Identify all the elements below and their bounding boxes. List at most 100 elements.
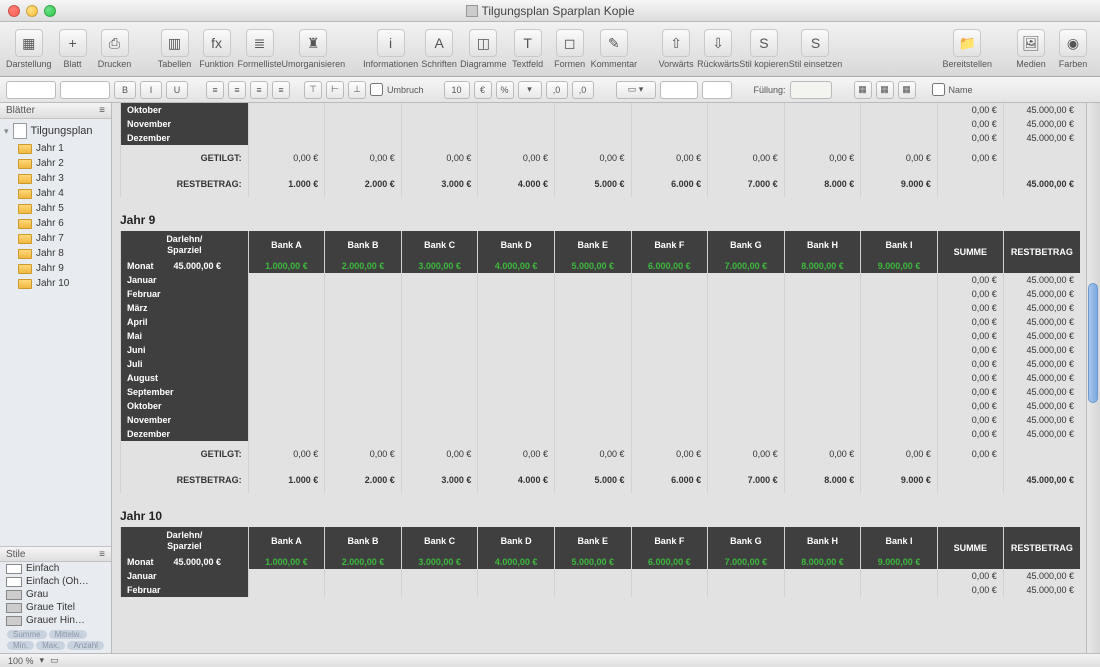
style-item[interactable]: Grau xyxy=(0,588,111,601)
toolbar-schriften-button[interactable]: ASchriften xyxy=(418,29,460,69)
number-format-select[interactable]: ▾ xyxy=(518,81,542,99)
formelliste-icon: ≣ xyxy=(246,29,274,57)
toolbar-umorganisieren-button[interactable]: ♜Umorganisieren xyxy=(282,29,346,69)
increase-decimals-button[interactable]: ,0 xyxy=(572,81,594,99)
valign-middle-button[interactable]: ⊢ xyxy=(326,81,344,99)
vertical-scrollbar[interactable] xyxy=(1086,103,1100,653)
toolbar-formen-button[interactable]: ◻Formen xyxy=(549,29,591,69)
toolbar-medien-button[interactable]: 🖼Medien xyxy=(1010,29,1052,69)
style-item[interactable]: Grauer Hin… xyxy=(0,614,111,627)
farben-icon: ◉ xyxy=(1059,29,1087,57)
align-right-button[interactable]: ≡ xyxy=(250,81,268,99)
navigator-icon[interactable]: ▭ xyxy=(50,655,59,666)
sheet-icon xyxy=(13,123,27,139)
align-justify-button[interactable]: ≡ xyxy=(272,81,290,99)
border-style-select[interactable] xyxy=(660,81,698,99)
valign-top-button[interactable]: ⊤ xyxy=(304,81,322,99)
toolbar-stileinsetzen-button[interactable]: SStil einsetzen xyxy=(789,29,843,69)
spreadsheet-canvas[interactable]: Oktober0,00 €45.000,00 €November0,00 €45… xyxy=(112,103,1100,653)
toolbar-stilkopieren-button[interactable]: SStil kopieren xyxy=(739,29,789,69)
decrease-decimals-button[interactable]: ,0 xyxy=(546,81,568,99)
zoom-dropdown-icon[interactable]: ▾ xyxy=(40,655,45,666)
toolbar-drucken-button[interactable]: ⎙Drucken xyxy=(94,29,136,69)
sidebar-table-jahr-8[interactable]: Jahr 8 xyxy=(18,246,111,261)
style-label: Grauer Hin… xyxy=(26,615,85,626)
umorganisieren-icon: ♜ xyxy=(299,29,327,57)
footer-rows-button[interactable]: ▦ xyxy=(898,81,916,99)
italic-button[interactable]: I xyxy=(140,81,162,99)
style-label: Einfach xyxy=(26,563,59,574)
toolbar-diagramme-button[interactable]: ◫Diagramme xyxy=(460,29,507,69)
header-cols-button[interactable]: ▦ xyxy=(876,81,894,99)
name-checkbox[interactable] xyxy=(932,83,945,96)
fill-color-well[interactable] xyxy=(790,81,832,99)
sidebar-table-jahr-6[interactable]: Jahr 6 xyxy=(18,216,111,231)
wrap-checkbox[interactable] xyxy=(370,83,383,96)
toolbar-blatt-button[interactable]: +Blatt xyxy=(52,29,94,69)
font-size-stepper[interactable]: 10 xyxy=(444,81,470,99)
scrollbar-thumb[interactable] xyxy=(1088,283,1098,403)
toolbar-darstellung-button[interactable]: ▦Darstellung xyxy=(6,29,52,69)
header-rows-button[interactable]: ▦ xyxy=(854,81,872,99)
fill-label: Füllung: xyxy=(754,85,786,95)
zoom-level[interactable]: 100 % xyxy=(8,656,34,666)
sidebar-table-jahr-2[interactable]: Jahr 2 xyxy=(18,156,111,171)
table-icon xyxy=(18,189,32,199)
sidebar-table-jahr-1[interactable]: Jahr 1 xyxy=(18,141,111,156)
stat-pill[interactable]: Min. xyxy=(7,641,34,650)
style-swatch-icon xyxy=(6,577,22,587)
stat-pill[interactable]: Max. xyxy=(36,641,65,650)
style-item[interactable]: Graue Titel xyxy=(0,601,111,614)
toolbar-rueckwaerts-label: Rückwärts xyxy=(697,59,739,69)
align-left-button[interactable]: ≡ xyxy=(206,81,224,99)
toolbar-formelliste-button[interactable]: ≣Formelliste xyxy=(238,29,282,69)
valign-bottom-button[interactable]: ⊥ xyxy=(348,81,366,99)
toolbar-drucken-label: Drucken xyxy=(98,59,132,69)
style-label: Graue Titel xyxy=(26,602,75,613)
style-swatch-icon xyxy=(6,564,22,574)
style-item[interactable]: Einfach xyxy=(0,562,111,575)
border-color-well[interactable] xyxy=(702,81,732,99)
format-bar: B I U ≡ ≡ ≡ ≡ ⊤ ⊢ ⊥ Umbruch 10 € % ▾ ,0 … xyxy=(0,77,1100,103)
sheet-root[interactable]: ▾ Tilgungsplan xyxy=(0,119,111,141)
font-style-select[interactable] xyxy=(60,81,110,99)
sidebar: Blätter≡ ▾ Tilgungsplan Jahr 1Jahr 2Jahr… xyxy=(0,103,112,653)
toolbar-tabellen-button[interactable]: ▥Tabellen xyxy=(154,29,196,69)
toolbar-textfeld-button[interactable]: TTextfeld xyxy=(507,29,549,69)
font-family-select[interactable] xyxy=(6,81,56,99)
schriften-icon: A xyxy=(425,29,453,57)
document-icon xyxy=(466,5,478,17)
toolbar-funktion-button[interactable]: fxFunktion xyxy=(196,29,238,69)
align-center-button[interactable]: ≡ xyxy=(228,81,246,99)
table-icon xyxy=(18,264,32,274)
sidebar-table-jahr-10[interactable]: Jahr 10 xyxy=(18,276,111,291)
formen-icon: ◻ xyxy=(556,29,584,57)
toolbar-vorwaerts-button[interactable]: ⇧Vorwärts xyxy=(655,29,697,69)
sidebar-item-label: Jahr 10 xyxy=(36,278,69,289)
sidebar-table-jahr-5[interactable]: Jahr 5 xyxy=(18,201,111,216)
toolbar-bereitstellen-button[interactable]: 📁Bereitstellen xyxy=(942,29,992,69)
stat-pill[interactable]: Anzahl xyxy=(67,641,103,650)
sidebar-table-jahr-9[interactable]: Jahr 9 xyxy=(18,261,111,276)
toolbar-rueckwaerts-button[interactable]: ⇩Rückwärts xyxy=(697,29,739,69)
currency-format-button[interactable]: € xyxy=(474,81,492,99)
sidebar-item-label: Jahr 6 xyxy=(36,218,64,229)
style-item[interactable]: Einfach (Oh… xyxy=(0,575,111,588)
toolbar-informationen-button[interactable]: iInformationen xyxy=(363,29,418,69)
blatt-icon: + xyxy=(59,29,87,57)
stat-pill[interactable]: Mittelw. xyxy=(49,630,88,639)
toolbar-kommentar-label: Kommentar xyxy=(591,59,638,69)
bold-button[interactable]: B xyxy=(114,81,136,99)
stat-pill[interactable]: Summe xyxy=(7,630,47,639)
toolbar-farben-button[interactable]: ◉Farben xyxy=(1052,29,1094,69)
percent-format-button[interactable]: % xyxy=(496,81,514,99)
sidebar-table-jahr-4[interactable]: Jahr 4 xyxy=(18,186,111,201)
sidebar-item-label: Jahr 4 xyxy=(36,188,64,199)
sidebar-table-jahr-3[interactable]: Jahr 3 xyxy=(18,171,111,186)
sidebar-table-jahr-7[interactable]: Jahr 7 xyxy=(18,231,111,246)
toolbar-kommentar-button[interactable]: ✎Kommentar xyxy=(591,29,638,69)
toolbar-vorwaerts-label: Vorwärts xyxy=(659,59,694,69)
borders-select[interactable]: ▭ ▾ xyxy=(616,81,656,99)
disclosure-triangle-icon[interactable]: ▾ xyxy=(4,126,9,137)
underline-button[interactable]: U xyxy=(166,81,188,99)
